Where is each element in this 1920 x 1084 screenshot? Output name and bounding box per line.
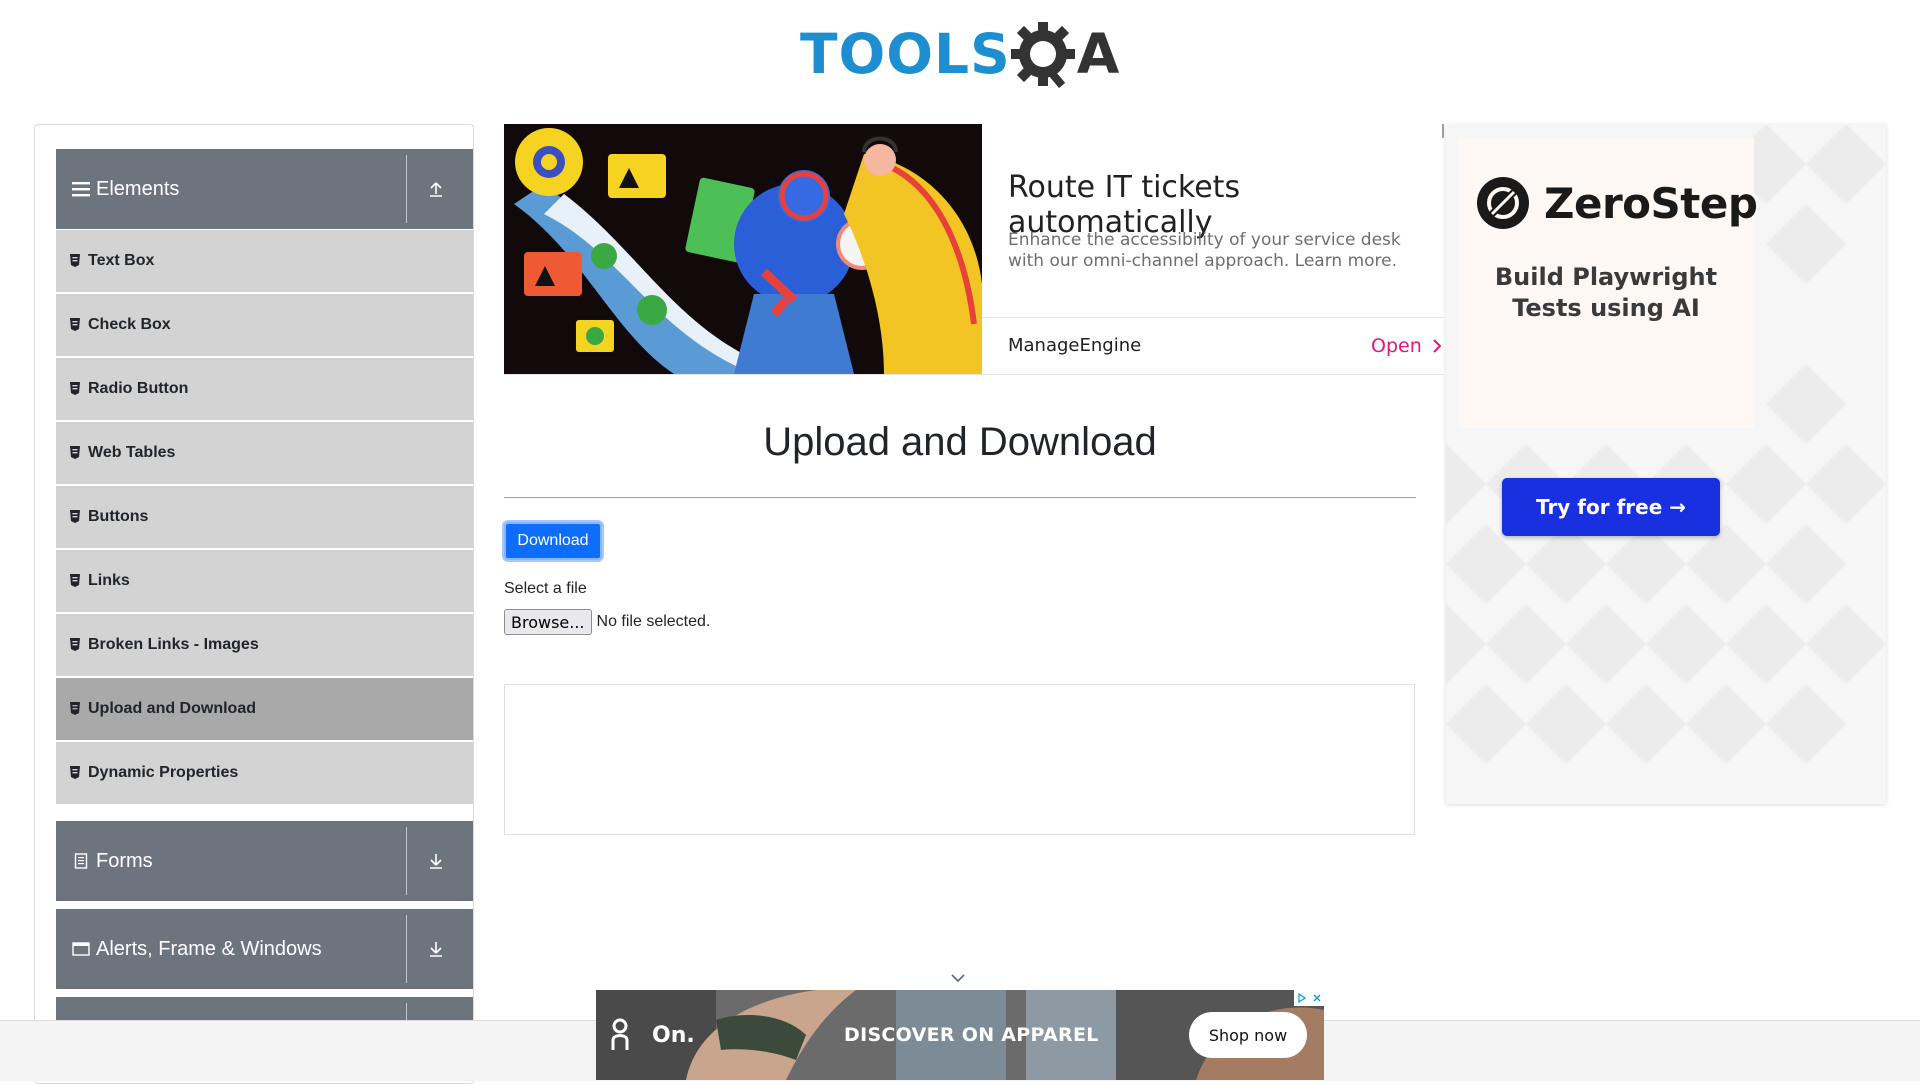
ad-brand: On.	[652, 1022, 695, 1048]
ad-headline: DISCOVER ON APPAREL	[844, 1024, 1099, 1046]
group-label: Alerts, Frame & Windows	[96, 937, 322, 960]
on-logo: On.	[610, 1018, 695, 1052]
page-title: Upload and Download	[763, 420, 1157, 464]
download-button[interactable]: Download	[504, 522, 602, 560]
try-for-free-button[interactable]: Try for free →	[1502, 478, 1720, 536]
hamburger-icon	[72, 180, 90, 198]
expand-down-icon[interactable]	[422, 935, 450, 963]
file-status-text: No file selected.	[596, 613, 711, 630]
chevron-right-icon	[1433, 339, 1442, 353]
divider	[406, 827, 407, 895]
elements-menu: Text Box Check Box Radio Button Web Tabl…	[56, 230, 473, 806]
zerostep-logo: ZeroStep	[1476, 176, 1758, 230]
adchoices-marker	[1442, 124, 1444, 138]
ad-illustration	[504, 124, 982, 374]
html-icon	[70, 446, 80, 460]
browse-button[interactable]: Browse...	[504, 609, 592, 635]
group-label: Elements	[96, 177, 180, 200]
ad-open-label: Open	[1371, 335, 1422, 357]
logo-text-end: A	[1076, 21, 1120, 86]
sidebar-item-links[interactable]: Links	[56, 550, 473, 612]
on-brand-icon	[611, 1018, 629, 1050]
sidebar-item-label: Web Tables	[88, 444, 176, 461]
sidebar-item-broken-links-images[interactable]: Broken Links - Images	[56, 614, 473, 676]
divider	[406, 915, 407, 983]
sidebar-item-label: Dynamic Properties	[88, 764, 239, 781]
divider	[982, 317, 1444, 318]
sidebar-item-radio-button[interactable]: Radio Button	[56, 358, 473, 420]
html-icon	[70, 638, 80, 652]
shop-now-button[interactable]: Shop now	[1189, 1012, 1307, 1058]
sidebar-item-web-tables[interactable]: Web Tables	[56, 422, 473, 484]
sidebar-item-label: Check Box	[88, 316, 171, 333]
html-icon	[70, 254, 80, 268]
ad-subtitle: Build Playwright Tests using AI	[1494, 263, 1718, 322]
html-icon	[70, 702, 80, 716]
chevron-down-icon[interactable]	[949, 972, 967, 984]
left-panel: Elements Text Box Check Box Radio Button…	[34, 124, 474, 1084]
sidebar-item-label: Links	[88, 572, 130, 589]
html-icon	[70, 766, 80, 780]
file-input[interactable]: Browse... No file selected.	[504, 609, 710, 635]
sidebar-item-check-box[interactable]: Check Box	[56, 294, 473, 356]
right-advertisement[interactable]: ZeroStep Build Playwright Tests using AI…	[1446, 124, 1886, 804]
select-file-label: Select a file	[504, 580, 587, 597]
ad-open-button[interactable]: Open	[1371, 335, 1442, 357]
html-icon	[70, 382, 80, 396]
ad-brand: ZeroStep	[1544, 178, 1758, 228]
window-icon	[72, 940, 90, 958]
group-label: Forms	[96, 849, 153, 872]
sidebar-item-label: Text Box	[88, 252, 155, 269]
document-icon	[72, 852, 90, 870]
expand-down-icon[interactable]	[422, 847, 450, 875]
close-icon[interactable]	[1312, 993, 1322, 1003]
ad-description: Enhance the accessibility of your servic…	[1008, 230, 1401, 271]
site-logo[interactable]: TOOLS A	[800, 14, 1126, 94]
logo-text: TOOLS	[800, 21, 1011, 86]
html-icon	[70, 574, 80, 588]
ad-brand[interactable]: ManageEngine	[1008, 335, 1141, 356]
collapse-up-icon[interactable]	[422, 175, 450, 203]
sidebar-item-dynamic-properties[interactable]: Dynamic Properties	[56, 742, 473, 804]
upload-result-panel	[504, 684, 1415, 835]
html-icon	[70, 318, 80, 332]
html-icon	[70, 510, 80, 524]
divider	[504, 497, 1416, 498]
sidebar-item-upload-and-download[interactable]: Upload and Download	[56, 678, 473, 740]
gear-magnifier-icon	[1010, 22, 1075, 88]
divider	[406, 155, 407, 223]
sidebar-item-label: Broken Links - Images	[88, 636, 259, 653]
group-header-elements[interactable]: Elements	[56, 149, 473, 229]
sidebar-item-label: Radio Button	[88, 380, 189, 397]
top-advertisement[interactable]: Route IT tickets automatically Enhance t…	[504, 124, 1444, 375]
zerostep-icon	[1477, 177, 1529, 229]
sidebar-item-buttons[interactable]: Buttons	[56, 486, 473, 548]
group-header-alerts-frame-windows[interactable]: Alerts, Frame & Windows	[56, 909, 473, 989]
adchoices-icon[interactable]	[1294, 990, 1324, 1006]
sidebar-item-label: Buttons	[88, 508, 149, 525]
group-header-forms[interactable]: Forms	[56, 821, 473, 901]
bottom-advertisement[interactable]: On. DISCOVER ON APPAREL Shop now	[596, 990, 1324, 1080]
sidebar-item-label: Upload and Download	[88, 700, 256, 717]
sidebar-item-text-box[interactable]: Text Box	[56, 230, 473, 292]
